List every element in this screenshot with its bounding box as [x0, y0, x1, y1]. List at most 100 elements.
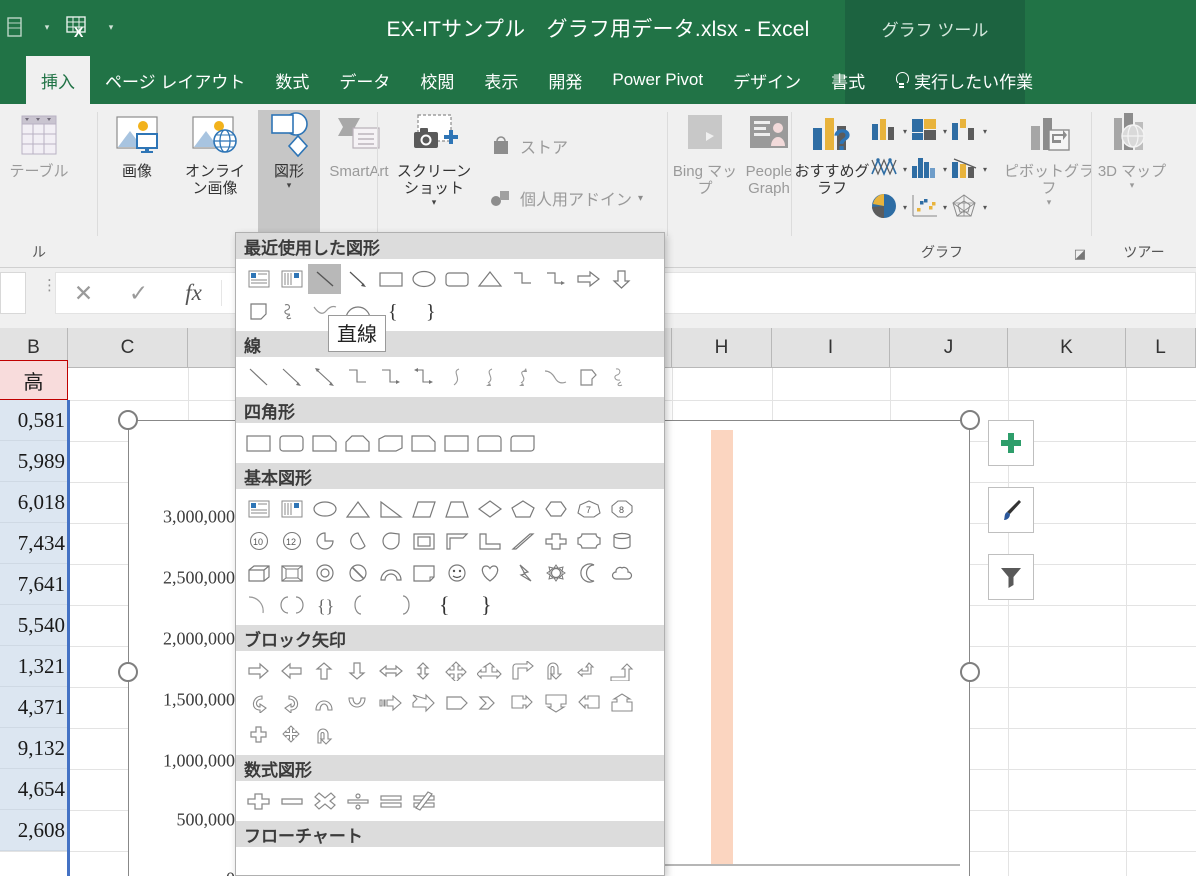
cross-icon[interactable]	[539, 526, 572, 556]
column-header-k[interactable]: K	[1008, 328, 1126, 368]
cylinder-icon[interactable]	[605, 526, 638, 556]
multiply-sign-icon[interactable]	[308, 786, 341, 816]
plaque-icon[interactable]	[572, 526, 605, 556]
column-chart-icon[interactable]: ▾	[870, 116, 907, 146]
right-brace-icon[interactable]: }	[412, 296, 450, 326]
bent-up-arrow-icon[interactable]	[605, 656, 638, 686]
chord-icon[interactable]	[341, 526, 374, 556]
chevron-icon[interactable]	[473, 688, 506, 718]
ribbon-button-pivot-chart[interactable]: ピボットグラフ ▾	[1004, 110, 1094, 232]
cube-icon[interactable]	[242, 558, 275, 588]
elbow-connector-icon[interactable]	[341, 362, 374, 392]
line-arrow-icon[interactable]	[341, 264, 374, 294]
my-addins-caret-icon[interactable]: ▾	[638, 193, 643, 204]
curved-right-arrow-icon[interactable]	[242, 688, 275, 718]
parallelogram-icon[interactable]	[407, 494, 440, 524]
heptagon-icon[interactable]: 7	[572, 494, 605, 524]
octagon-icon[interactable]: 8	[605, 494, 638, 524]
ribbon-button-shapes[interactable]: 図形 ▾	[258, 110, 320, 235]
table-row[interactable]: 2,608	[0, 810, 68, 851]
tab-formulas[interactable]: 数式	[260, 56, 324, 104]
left-right-up-arrow-icon[interactable]	[473, 656, 506, 686]
donut-icon[interactable]	[308, 558, 341, 588]
snip-single-corner-icon[interactable]	[308, 428, 341, 458]
pentagon-arrow-icon[interactable]	[440, 688, 473, 718]
cancel-x-icon[interactable]: ✕	[56, 280, 111, 307]
confirm-check-icon[interactable]: ✓	[111, 280, 166, 307]
scatter-chart-icon[interactable]: ▾	[910, 192, 947, 222]
left-brace-icon[interactable]: {	[425, 590, 467, 620]
ribbon-button-my-addins[interactable]: 個人用アドイン ▾	[488, 186, 643, 210]
l-shape-icon[interactable]	[473, 526, 506, 556]
rectangle-icon[interactable]	[374, 264, 407, 294]
pie-chart-icon[interactable]: ▾	[870, 192, 907, 222]
tab-developer[interactable]: 開発	[533, 56, 597, 104]
round-single-corner-icon[interactable]	[440, 428, 473, 458]
isosceles-triangle-icon[interactable]	[341, 494, 374, 524]
pie-icon[interactable]	[308, 526, 341, 556]
division-sign-icon[interactable]	[341, 786, 374, 816]
snip-diagonal-corner-icon[interactable]	[374, 428, 407, 458]
ribbon-button-3d-map[interactable]: 3D マップ ▾	[1096, 110, 1168, 232]
tab-page-layout[interactable]: ページ レイアウト	[90, 56, 260, 104]
right-arrow-icon[interactable]	[242, 656, 275, 686]
charts-dialog-launcher-icon[interactable]: ◪	[1074, 246, 1086, 262]
arc-icon[interactable]	[242, 590, 275, 620]
curve-arrow-icon[interactable]	[473, 362, 506, 392]
line-arrow-icon[interactable]	[275, 362, 308, 392]
line-chart-icon[interactable]: ▾	[870, 154, 907, 184]
pentagon-icon[interactable]	[506, 494, 539, 524]
freeform-icon[interactable]	[572, 362, 605, 392]
u-turn-arrow-icon[interactable]	[539, 656, 572, 686]
vertical-textbox-icon[interactable]	[275, 264, 308, 294]
tab-design[interactable]: デザイン	[718, 56, 816, 104]
tab-insert[interactable]: 挿入	[26, 56, 90, 104]
table-row[interactable]: 0,581	[0, 400, 68, 441]
rounded-rectangle-icon[interactable]	[275, 428, 308, 458]
half-frame-icon[interactable]	[440, 526, 473, 556]
curve-icon[interactable]	[539, 362, 572, 392]
oval-icon[interactable]	[407, 264, 440, 294]
circular-arrow-icon[interactable]	[242, 720, 275, 750]
ribbon-button-online-pictures[interactable]: オンライン画像	[178, 110, 252, 220]
snip-same-side-corner-icon[interactable]	[341, 428, 374, 458]
drag-grip-icon[interactable]: ⋮	[42, 278, 57, 303]
round-diagonal-corner-icon[interactable]	[506, 428, 539, 458]
curve-connector-icon[interactable]	[440, 362, 473, 392]
table-row[interactable]: 6,018	[0, 482, 68, 523]
smiley-face-icon[interactable]	[440, 558, 473, 588]
cloud-icon[interactable]	[605, 558, 638, 588]
table-row[interactable]: 7,641	[0, 564, 68, 605]
tab-power-pivot[interactable]: Power Pivot	[597, 56, 718, 104]
chart-styles-button[interactable]	[988, 487, 1034, 533]
ribbon-button-pictures[interactable]: 画像	[100, 110, 174, 220]
left-brace-pair-icon[interactable]: {}	[308, 590, 341, 620]
histogram-chart-icon[interactable]: ▾	[910, 154, 947, 184]
striped-right-arrow-icon[interactable]	[374, 688, 407, 718]
left-bracket-icon[interactable]	[275, 590, 308, 620]
lightning-bolt-icon[interactable]	[506, 558, 539, 588]
sun-icon[interactable]	[539, 558, 572, 588]
line-icon[interactable]	[308, 264, 341, 294]
chart-filters-button[interactable]	[988, 554, 1034, 600]
decagon-icon[interactable]: 10	[242, 526, 275, 556]
column-header-h[interactable]: H	[672, 328, 772, 368]
curved-down-arrow-icon[interactable]	[341, 688, 374, 718]
curved-left-arrow-icon[interactable]	[275, 688, 308, 718]
frame-icon[interactable]	[407, 526, 440, 556]
double-bracket-icon[interactable]	[341, 590, 383, 620]
heart-icon[interactable]	[473, 558, 506, 588]
tab-view[interactable]: 表示	[469, 56, 533, 104]
table-row[interactable]: 5,540	[0, 605, 68, 646]
elbow-arrow-connector-icon[interactable]	[539, 264, 572, 294]
3d-map-caret-icon[interactable]: ▾	[1130, 180, 1135, 191]
folded-corner-icon[interactable]	[242, 296, 275, 326]
rounded-rectangle-icon[interactable]	[440, 264, 473, 294]
ribbon-button-screenshot[interactable]: スクリーンショット ▾	[394, 110, 474, 235]
notched-right-arrow-icon[interactable]	[407, 688, 440, 718]
column-header-c[interactable]: C	[68, 328, 188, 368]
name-box[interactable]	[0, 272, 26, 314]
column-header-j[interactable]: J	[890, 328, 1008, 368]
table-row[interactable]: 7,434	[0, 523, 68, 564]
shapes-caret-icon[interactable]: ▾	[287, 180, 292, 191]
